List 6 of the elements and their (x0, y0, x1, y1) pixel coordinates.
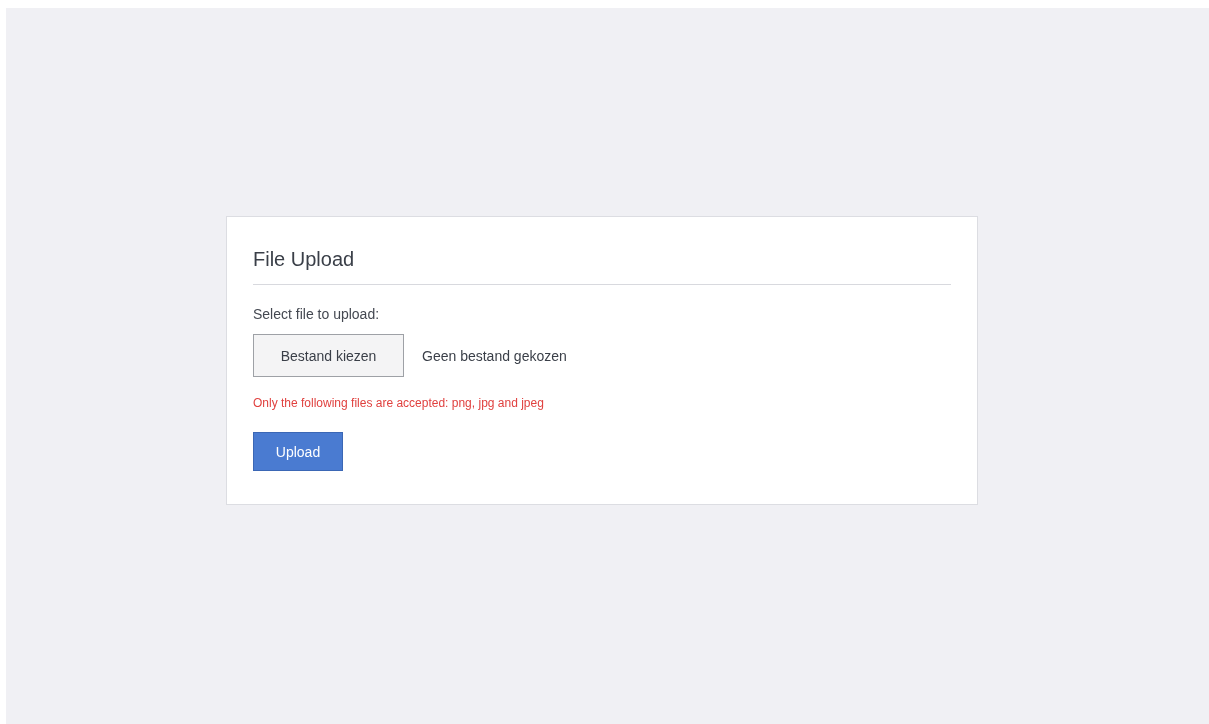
choose-file-button[interactable]: Bestand kiezen (253, 334, 404, 377)
file-type-note: Only the following files are accepted: png, jpg and jpeg (253, 396, 545, 411)
field-label: Select file to upload: (253, 306, 381, 323)
card-title: File Upload (253, 247, 356, 271)
file-status: Geen bestand gekozen (422, 347, 567, 364)
upload-button[interactable]: Upload (253, 432, 343, 471)
